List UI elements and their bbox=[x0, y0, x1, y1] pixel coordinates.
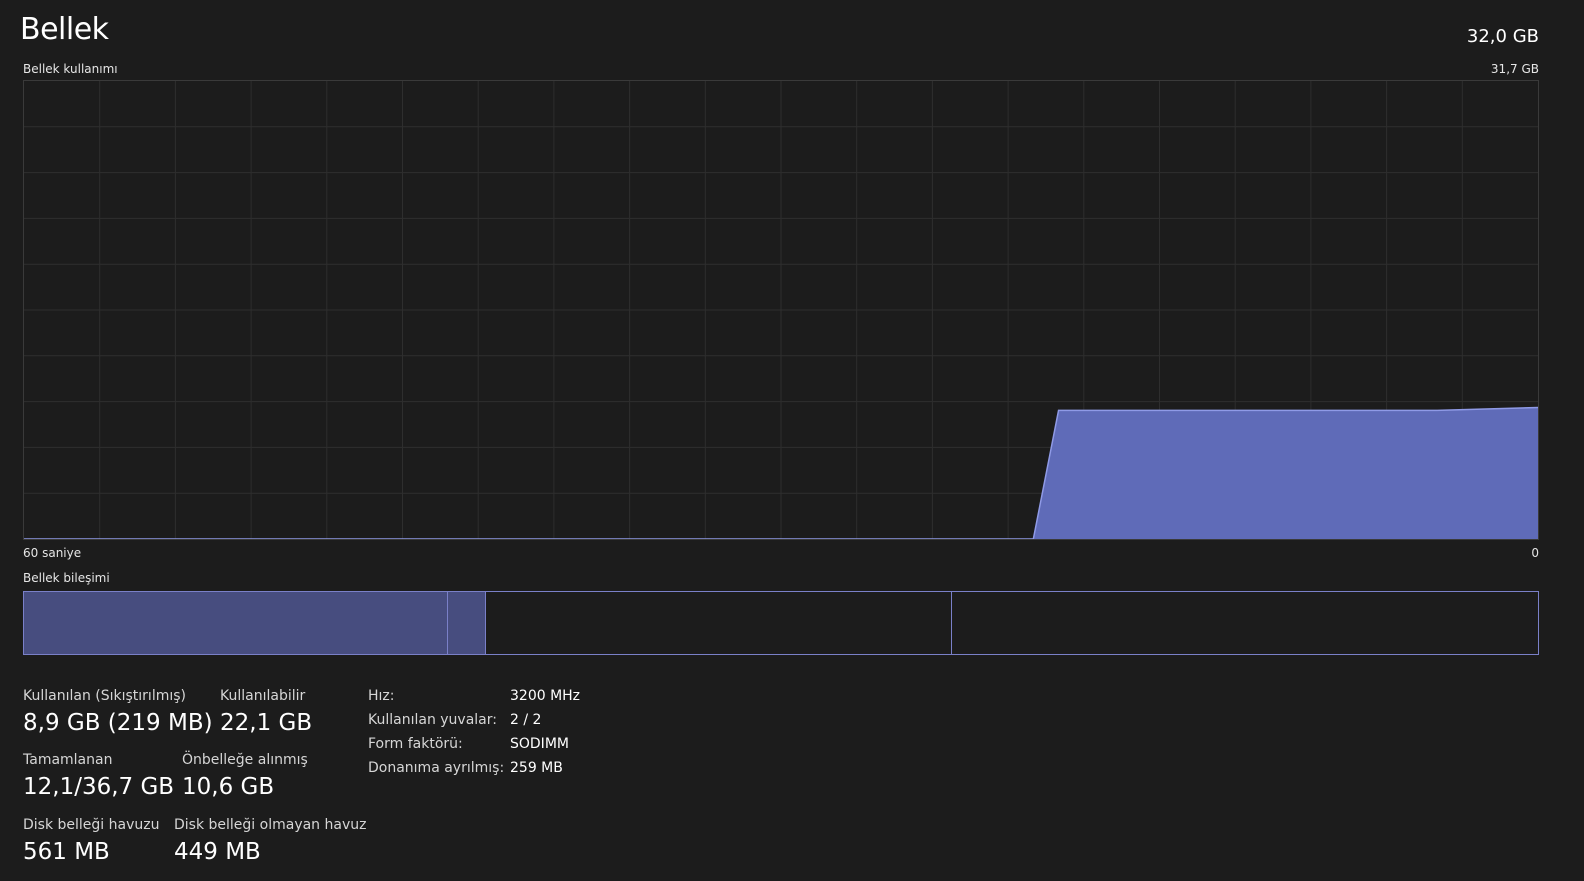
paged-pool-label: Disk belleği havuzu bbox=[23, 817, 160, 833]
cached-label: Önbelleğe alınmış bbox=[182, 752, 308, 768]
memory-usage-graph bbox=[23, 80, 1539, 540]
committed-label: Tamamlanan bbox=[23, 752, 113, 768]
composition-segment-free[interactable] bbox=[952, 592, 1538, 654]
usage-graph-label: Bellek kullanımı bbox=[23, 62, 118, 76]
committed-value: 12,1/36,7 GB bbox=[23, 774, 175, 800]
slots-used-value: 2 / 2 bbox=[510, 712, 542, 728]
memory-composition-bar[interactable] bbox=[23, 591, 1539, 655]
composition-segment-modified[interactable] bbox=[447, 592, 486, 654]
composition-segment-in-use[interactable] bbox=[24, 592, 448, 654]
non-paged-pool-label: Disk belleği olmayan havuz bbox=[174, 817, 367, 833]
available-label: Kullanılabilir bbox=[220, 688, 306, 704]
non-paged-pool-value: 449 MB bbox=[174, 839, 261, 865]
speed-value: 3200 MHz bbox=[510, 688, 581, 704]
usage-graph-max-label: 31,7 GB bbox=[1490, 62, 1539, 76]
page-title: Bellek bbox=[20, 12, 109, 47]
time-axis-right-label: 0 bbox=[1531, 546, 1539, 560]
available-value: 22,1 GB bbox=[220, 710, 313, 736]
total-memory: 32,0 GB bbox=[1466, 26, 1539, 47]
memory-usage-chart bbox=[24, 81, 1538, 539]
form-factor-key: Form faktörü: bbox=[368, 736, 463, 752]
paged-pool-value: 561 MB bbox=[23, 839, 110, 865]
in-use-value: 8,9 GB (219 MB) bbox=[23, 710, 213, 736]
hardware-reserved-key: Donanıma ayrılmış: bbox=[368, 760, 505, 776]
time-axis-left-label: 60 saniye bbox=[23, 546, 82, 560]
cached-value: 10,6 GB bbox=[182, 774, 275, 800]
composition-segment-standby[interactable] bbox=[485, 592, 953, 654]
in-use-label: Kullanılan (Sıkıştırılmış) bbox=[23, 688, 186, 704]
composition-label: Bellek bileşimi bbox=[23, 571, 110, 585]
speed-key: Hız: bbox=[368, 688, 395, 704]
form-factor-value: SODIMM bbox=[510, 736, 569, 752]
hardware-reserved-value: 259 MB bbox=[510, 760, 563, 776]
slots-used-key: Kullanılan yuvalar: bbox=[368, 712, 497, 728]
